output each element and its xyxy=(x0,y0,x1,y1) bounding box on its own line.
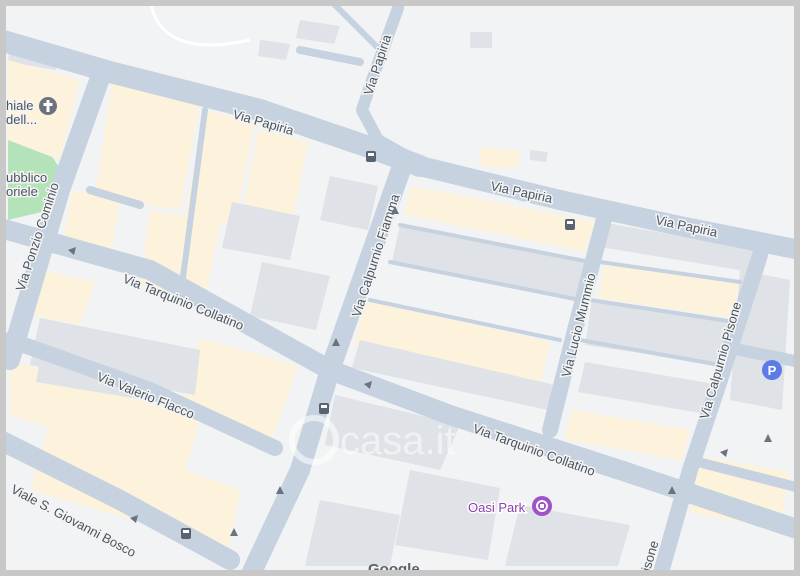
bus-stop-icon[interactable] xyxy=(366,151,376,162)
label-oasi-park[interactable]: Oasi Park xyxy=(467,499,528,517)
cemetery-cross-icon xyxy=(39,97,57,115)
bus-stop-icon[interactable] xyxy=(319,403,329,414)
bus-stop-icon[interactable] xyxy=(181,528,191,539)
parking-icon-letter: P xyxy=(768,363,777,378)
watermark-text: casa.it xyxy=(340,419,456,463)
parking-icon[interactable]: P xyxy=(762,360,782,380)
label-park-line1: ubblico xyxy=(6,170,47,185)
map-canvas[interactable]: Via Papiria Via Papiria Via Papiria Via … xyxy=(0,0,800,576)
label-park-line2: oriele xyxy=(6,184,38,199)
label-cemetery-line2: dell... xyxy=(6,112,37,127)
bus-stop-icon[interactable] xyxy=(565,219,575,230)
oasi-park-icon[interactable] xyxy=(532,496,552,516)
label-cemetery-line1: hiale xyxy=(6,98,33,113)
